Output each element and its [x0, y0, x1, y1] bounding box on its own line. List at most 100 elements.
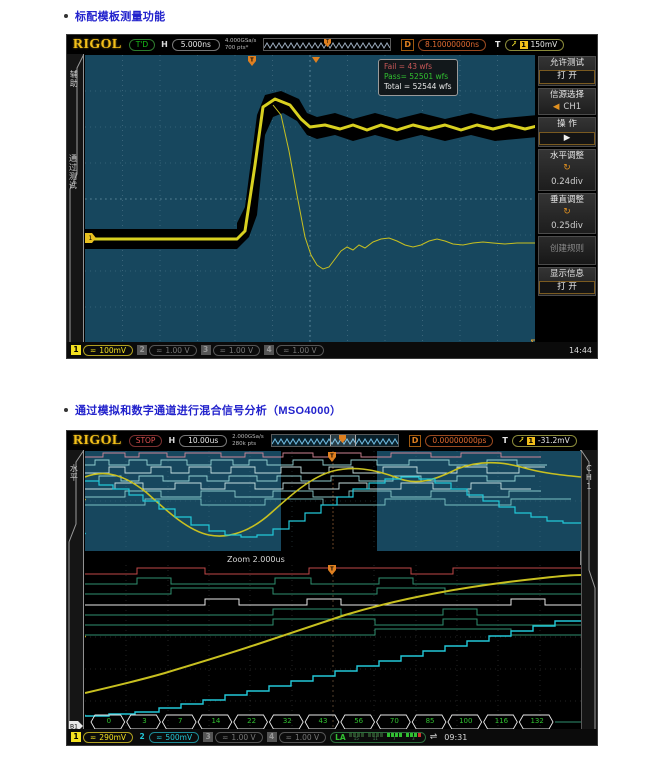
trigger-info[interactable]: ⭷ 1 150mV [504, 38, 565, 51]
rotary-knob-icon-2: ↻ [563, 206, 571, 217]
mask-pass-row: Pass= 52501 wfs [384, 72, 449, 82]
sample-rate-info: 4.000GSa/s 700 pts* [224, 37, 257, 51]
channel-4[interactable]: 4 ≂ 1.00 V [264, 344, 324, 356]
oscilloscope-screenshot-2: RIGOL STOP H 10.00us 2.000GSa/s 280k pts… [66, 430, 598, 746]
timebase-value-2[interactable]: 10.00us [179, 434, 228, 447]
bus-value: 100 [459, 717, 473, 725]
delay-label-2: D [408, 434, 422, 447]
channel-3-scale-s2: 1.00 V [231, 732, 256, 742]
la-channel-dot [398, 733, 402, 737]
la-channel-dot [417, 733, 421, 737]
memory-overview-bar[interactable]: T [263, 38, 392, 51]
channel-3-scope2[interactable]: 3 ≂ 1.00 V [203, 731, 263, 743]
channel-2[interactable]: 2 ≂ 1.00 V [137, 344, 197, 356]
bus-value: 43 [318, 717, 328, 725]
channel-3[interactable]: 3 ≂ 1.00 V [200, 344, 261, 356]
menu-display-info[interactable]: 显示信息 打 开 [538, 266, 596, 297]
coupling-icon-1: ≂ [90, 345, 97, 355]
rising-edge-icon-2: ⭷ [518, 435, 524, 445]
menu-enable-test[interactable]: 允许测试 打 开 [538, 56, 596, 86]
memory-overview-bar-2[interactable] [270, 434, 399, 447]
coupling-icon-2: ≂ [156, 345, 163, 355]
coupling-icon-3: ≂ [219, 345, 226, 355]
menu-display-info-value[interactable]: 打 开 [539, 280, 595, 295]
delay-value-2[interactable]: 0.00000000ps [425, 434, 494, 447]
svg-text:T: T [330, 567, 334, 573]
bus-value: 0 [106, 717, 112, 725]
scope2-main-waveform-area[interactable]: T 1 2 [85, 451, 581, 551]
menu-vertical-adjust[interactable]: 垂直调整 ↻ 0.25div [538, 192, 596, 235]
scope2-zoom-waveform-area[interactable]: D0 D1 D2 D3 D4 D5 D6 T 1 2 [85, 565, 581, 731]
bus-value: 32 [282, 717, 292, 725]
la-indicator[interactable]: LA 15 11 7 3 [330, 731, 426, 743]
menu-source-select[interactable]: 信源选择 ◀ CH1 [538, 87, 596, 116]
delay-value[interactable]: 8.10000000ns [418, 38, 487, 51]
trigger-level-value-2: -31.2mV [537, 435, 570, 445]
menu-enable-test-value[interactable]: 打 开 [539, 70, 595, 84]
scope1-soft-menu[interactable]: 允许测试 打 开 信源选择 ◀ CH1 操 作 ▶ 水平调整 ↻ 0.24div [538, 56, 596, 297]
bus-value: 22 [247, 717, 257, 725]
scope1-channel-bar: 1 ≂ 100mV 2 ≂ 1.00 V 3 ≂ 1.00 V 4 ≂ 1.00… [67, 342, 597, 358]
menu-operation[interactable]: 操 作 ▶ [538, 117, 596, 148]
bus-value: 7 [177, 717, 183, 725]
menu-operation-run-icon[interactable]: ▶ [539, 131, 595, 146]
scope2-tab-ch1: CH1 [584, 464, 594, 491]
la-group-index: 7 [392, 736, 396, 741]
timebase-value[interactable]: 5.000ns [171, 38, 220, 51]
oscilloscope-screenshot-1: RIGOL T'D H 5.000ns 4.000GSa/s 700 pts* … [66, 34, 598, 359]
la-group: 3 [405, 733, 421, 741]
la-group-index: 15 [353, 736, 359, 741]
menu-horizontal-adjust[interactable]: 水平调整 ↻ 0.24div [538, 149, 596, 191]
page-root: 标配模板测量功能 RIGOL T'D H 5.000ns 4.000GSa/s … [0, 0, 664, 767]
channel-4-scope2[interactable]: 4 ≂ 1.00 V [266, 731, 327, 743]
la-group: 15 [348, 733, 364, 741]
channel-2-scope2[interactable]: 2 ≂ 500mV [137, 731, 200, 743]
bus-value: 14 [211, 717, 221, 725]
la-group: 7 [386, 733, 402, 741]
coupling-icon-1-s2: ≂ [90, 732, 97, 742]
bus-value: 116 [494, 717, 509, 725]
mask-fail-row: Fail = 43 wfs [384, 62, 433, 71]
channel-3-scale: 1.00 V [228, 345, 254, 355]
svg-text:1: 1 [89, 235, 93, 242]
menu-source-select-value[interactable]: ◀ CH1 [539, 102, 595, 113]
run-state-indicator-2[interactable]: STOP [128, 434, 163, 447]
scope1-status-bar: RIGOL T'D H 5.000ns 4.000GSa/s 700 pts* … [67, 35, 597, 54]
delay-label: D [401, 38, 415, 51]
trigger-source-badge: 1 [519, 40, 528, 49]
coupling-icon-2-s2: ≂ [156, 732, 163, 742]
svg-text:T: T [330, 454, 334, 460]
mask-total-row: Total = 52544 wfs [384, 82, 452, 92]
scope2-left-tab[interactable]: 水平 [67, 450, 84, 731]
trigger-info-2[interactable]: ⭷ 1 -31.2mV [511, 434, 577, 447]
rigol-logo-2: RIGOL [73, 432, 122, 448]
trigger-source-badge-2: 1 [526, 436, 535, 445]
scope1-tab-passfail: 通过测试 [68, 154, 78, 190]
mask-statistics-box: Fail = 43 wfs Pass= 52501 wfs Total = 52… [378, 59, 458, 97]
channel-1-scale: 100mV [99, 345, 127, 355]
channel-1[interactable]: 1 ≂ 100mV [71, 344, 134, 356]
coupling-icon-4: ≂ [283, 345, 290, 355]
svg-text:T: T [250, 58, 254, 64]
rotary-knob-icon: ↻ [563, 163, 571, 174]
caption-first: 标配模板测量功能 [64, 8, 165, 24]
la-channel-dot [367, 733, 371, 737]
coupling-icon-4-s2: ≂ [285, 732, 292, 742]
scope2-status-bar: RIGOL STOP H 10.00us 2.000GSa/s 280k pts… [67, 431, 597, 450]
horizontal-label-2: H [168, 436, 176, 445]
la-channel-groups: 15 11 7 3 [348, 733, 421, 741]
channel-1-scope2[interactable]: 1 ≂ 290mV [71, 731, 134, 743]
la-channel-dot [360, 733, 364, 737]
menu-vertical-adjust-value: 0.25div [551, 220, 583, 231]
trigger-position-marker: T [324, 39, 332, 47]
menu-horizontal-adjust-value: 0.24div [551, 177, 583, 188]
menu-create-rule[interactable]: 创建规则 [538, 236, 596, 265]
channel-4-scale: 1.00 V [292, 345, 317, 355]
trigger-label: T [495, 40, 501, 49]
run-state-indicator[interactable]: T'D [128, 38, 156, 51]
scope1-waveform-area[interactable]: T 1 Fail = 43 wfs Pass= 52501 wfs Total … [85, 55, 535, 343]
scope2-right-tab[interactable]: CH1 [580, 450, 597, 731]
zoom-timebase-label: Zoom 2.000us [227, 555, 285, 564]
channel-2-scale-s2: 500mV [165, 732, 193, 742]
scope1-left-tab[interactable]: 辅助 通过测试 [67, 54, 84, 344]
